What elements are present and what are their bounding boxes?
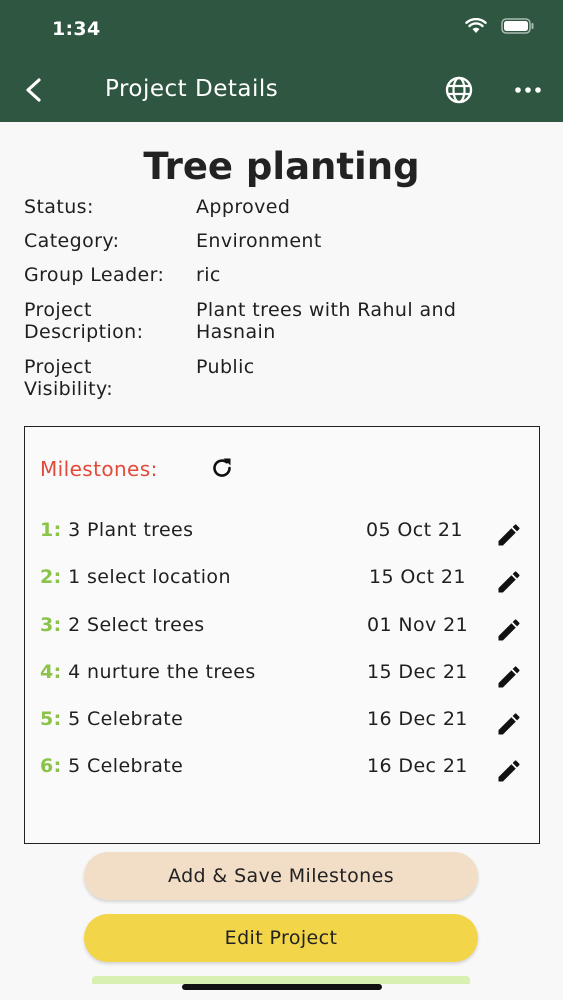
milestone-name: 5 Celebrate [68,708,184,730]
visibility-label-line1: Project [24,356,92,378]
description-value-line2: Hasnain [196,321,276,343]
milestones-title: Milestones: [40,457,158,481]
visibility-label-line2: Visibility: [24,378,114,400]
milestone-row-1[interactable]: 1: 3 Plant trees 05 Oct 21 [40,519,530,549]
description-value: Plant trees with Rahul and Hasnain [196,299,544,343]
battery-icon [501,18,534,34]
milestone-row-6[interactable]: 6: 5 Celebrate 16 Dec 21 [40,755,530,785]
milestone-name: 4 nurture the trees [68,661,256,683]
group-leader-label: Group Leader: [24,264,165,286]
pencil-icon[interactable] [495,757,523,785]
category-value: Environment [196,230,322,252]
pencil-icon[interactable] [495,616,523,644]
milestone-row-5[interactable]: 5: 5 Celebrate 16 Dec 21 [40,708,530,738]
status-icons [451,18,535,34]
app-header: 1:34 Project Details [0,0,563,122]
status-value: Approved [196,196,291,218]
edit-project-button[interactable]: Edit Project [84,914,478,962]
pencil-icon[interactable] [495,568,523,596]
milestone-number: 3: [40,614,62,636]
milestone-row-4[interactable]: 4: 4 nurture the trees 15 Dec 21 [40,661,530,691]
description-label-line2: Description: [24,321,144,343]
description-row: Project Description: Plant trees with Ra… [24,299,544,343]
globe-icon[interactable] [443,74,475,106]
milestone-row-2[interactable]: 2: 1 select location 15 Oct 21 [40,566,530,596]
back-arrow-icon[interactable] [20,74,48,106]
milestones-panel: Milestones: 1: 3 Plant trees 05 Oct 21 2… [24,426,540,844]
milestone-date: 16 Dec 21 [367,708,468,730]
milestone-number: 6: [40,755,62,777]
category-label: Category: [24,230,120,252]
nav-bar: Project Details [0,62,563,118]
visibility-value: Public [196,356,255,378]
refresh-icon[interactable] [209,455,235,481]
milestone-date: 16 Dec 21 [367,755,468,777]
home-indicator[interactable] [182,984,382,990]
group-leader-row: Group Leader: ric [24,264,544,286]
milestone-date: 01 Nov 21 [367,614,469,636]
next-button-partial[interactable] [92,976,470,984]
page-title: Project Details [105,76,279,102]
status-label: Status: [24,196,94,218]
status-time: 1:34 [52,18,101,40]
milestone-date: 15 Oct 21 [369,566,466,588]
description-label: Project Description: [24,299,196,343]
milestone-number: 1: [40,519,62,541]
visibility-row: Project Visibility: Public [24,356,544,400]
pencil-icon[interactable] [495,521,523,549]
project-info: Status: Approved Category: Environment G… [24,196,544,400]
status-row: Status: Approved [24,196,544,218]
milestone-row-3[interactable]: 3: 2 Select trees 01 Nov 21 [40,614,530,644]
milestone-name: 5 Celebrate [68,755,184,777]
category-row: Category: Environment [24,230,544,252]
pencil-icon[interactable] [495,710,523,738]
milestone-name: 1 select location [68,566,231,588]
pencil-icon[interactable] [495,663,523,691]
milestone-name: 2 Select trees [68,614,205,636]
add-save-milestones-button[interactable]: Add & Save Milestones [84,852,478,900]
milestone-date: 15 Dec 21 [367,661,468,683]
project-title: Tree planting [143,145,420,188]
milestone-number: 2: [40,566,62,588]
milestone-number: 5: [40,708,62,730]
group-leader-value: ric [196,264,221,286]
description-label-line1: Project [24,299,92,321]
description-value-line1: Plant trees with Rahul and [196,299,457,321]
visibility-label: Project Visibility: [24,356,196,400]
more-icon[interactable] [512,84,544,96]
milestone-number: 4: [40,661,62,683]
milestone-name: 3 Plant trees [68,519,194,541]
milestone-date: 05 Oct 21 [366,519,463,541]
wifi-icon [465,18,487,33]
